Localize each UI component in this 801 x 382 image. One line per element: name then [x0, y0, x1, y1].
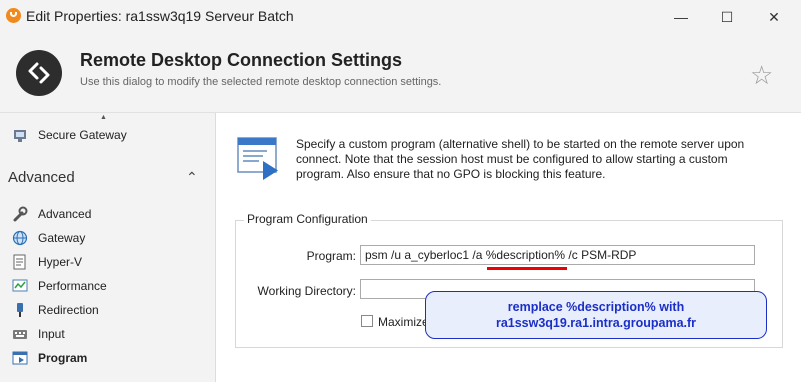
sidebar-item-advanced[interactable]: Advanced — [12, 203, 207, 225]
sidebar-item-label: Input — [38, 327, 65, 341]
sidebar-item-performance[interactable]: Performance — [12, 275, 207, 297]
sidebar-item-program[interactable]: Program — [12, 347, 207, 369]
sidebar-item-label: Gateway — [38, 231, 86, 245]
program-info-text: Specify a custom program (alternative sh… — [296, 137, 745, 181]
annotation-line-1: remplace %description% with — [507, 300, 685, 314]
sidebar-item-gateway[interactable]: Gateway — [12, 227, 207, 249]
scroll-up-icon[interactable]: ▲ — [100, 114, 107, 121]
program-label: Program: — [306, 249, 356, 263]
sidebar-divider — [215, 113, 216, 382]
remote-desktop-icon — [16, 50, 62, 96]
keyboard-icon — [12, 326, 28, 342]
window-title: Edit Properties: ra1ssw3q19 Serveur Batc… — [26, 8, 294, 24]
maximize-label: Maximize — [378, 315, 429, 329]
sidebar-item-label: Redirection — [38, 303, 99, 317]
close-button[interactable]: ✕ — [751, 5, 797, 29]
working-directory-label: Working Directory: — [257, 284, 356, 298]
sidebar-item-hyperv[interactable]: Hyper-V — [12, 251, 207, 273]
group-title: Program Configuration — [244, 212, 371, 226]
secure-gateway-icon — [12, 127, 28, 143]
performance-icon — [12, 278, 28, 294]
sidebar-item-label: Program — [38, 351, 88, 365]
program-input[interactable]: psm /u a_cyberloc1 /a %description% /c P… — [360, 245, 755, 265]
dialog-title: Remote Desktop Connection Settings — [80, 50, 403, 70]
sidebar-item-label: Performance — [38, 279, 107, 293]
sidebar-item-label: Hyper-V — [38, 255, 83, 269]
favorite-star-icon[interactable]: ☆ — [750, 62, 773, 88]
sidebar-item-secure-gateway[interactable]: Secure Gateway — [12, 124, 207, 146]
maximize-checkbox[interactable] — [361, 315, 373, 327]
maximize-button[interactable]: ☐ — [704, 5, 750, 29]
sidebar-item-redirection[interactable]: Redirection — [12, 299, 207, 321]
dialog-subtitle: Use this dialog to modify the selected r… — [80, 76, 442, 88]
annotation-text: remplace %description% with ra1ssw3q19.r… — [425, 299, 767, 331]
dialog-header — [0, 34, 801, 112]
program-window-icon — [237, 137, 283, 181]
highlight-underline — [487, 267, 567, 270]
hyperv-icon — [12, 254, 28, 270]
sidebar-item-label: Advanced — [38, 207, 92, 221]
sidebar-item-label: Secure Gateway — [38, 128, 127, 142]
minimize-button[interactable]: — — [658, 5, 704, 29]
chevron-up-icon[interactable]: ⌃ — [186, 169, 198, 186]
globe-icon — [12, 230, 28, 246]
program-icon — [12, 350, 28, 366]
redirection-icon — [12, 302, 28, 318]
section-header-advanced[interactable]: Advanced — [8, 169, 75, 186]
annotation-line-2: ra1ssw3q19.ra1.intra.groupama.fr — [495, 316, 697, 330]
sidebar-item-input[interactable]: Input — [12, 323, 207, 345]
app-logo-icon — [6, 8, 21, 23]
wrench-icon — [12, 206, 28, 222]
